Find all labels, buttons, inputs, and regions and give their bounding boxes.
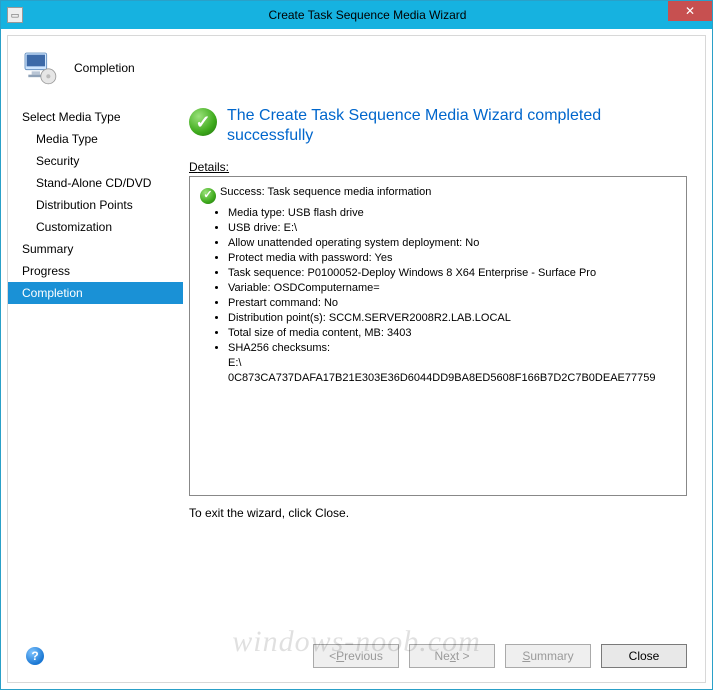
sidebar-item[interactable]: Summary xyxy=(8,238,183,260)
app-icon: ▭ xyxy=(7,7,23,23)
details-bullet: Distribution point(s): SCCM.SERVER2008R2… xyxy=(228,311,676,326)
sidebar-item[interactable]: Security xyxy=(8,150,183,172)
sidebar-item[interactable]: Completion xyxy=(8,282,183,304)
checksum-block: E:\ 0C873CA737DAFA17B21E303E36D6044DD9BA… xyxy=(200,356,676,386)
details-bullet: Variable: OSDComputername= xyxy=(228,281,676,296)
exit-note: To exit the wizard, click Close. xyxy=(189,506,687,520)
computer-media-icon xyxy=(20,48,60,88)
status-headline: The Create Task Sequence Media Wizard co… xyxy=(227,106,687,146)
window-close-button[interactable]: ✕ xyxy=(668,1,712,21)
previous-button: < Previous xyxy=(313,644,399,668)
close-icon: ✕ xyxy=(685,4,695,18)
close-button[interactable]: Close xyxy=(601,644,687,668)
checksum-drive: E:\ xyxy=(228,356,676,371)
details-bullet: Protect media with password: Yes xyxy=(228,251,676,266)
details-bullet: Task sequence: P0100052-Deploy Windows 8… xyxy=(228,266,676,281)
wizard-header: Completion xyxy=(8,36,705,100)
sidebar-item[interactable]: Customization xyxy=(8,216,183,238)
details-label: Details: xyxy=(189,160,687,174)
status-row: ✓ The Create Task Sequence Media Wizard … xyxy=(189,106,687,146)
wizard-footer: ? < Previous Next > Summary Close xyxy=(8,630,705,682)
details-success-line: ✓Success: Task sequence media informatio… xyxy=(200,185,676,204)
details-bullet: Prestart command: No xyxy=(228,296,676,311)
sidebar-item[interactable]: Select Media Type xyxy=(8,106,183,128)
titlebar: ▭ Create Task Sequence Media Wizard ✕ xyxy=(1,1,712,29)
wizard-step-title: Completion xyxy=(74,61,135,75)
sidebar-item[interactable]: Media Type xyxy=(8,128,183,150)
sidebar-item[interactable]: Progress xyxy=(8,260,183,282)
details-bullet: Total size of media content, MB: 3403 xyxy=(228,326,676,341)
next-button: Next > xyxy=(409,644,495,668)
details-textbox[interactable]: ✓Success: Task sequence media informatio… xyxy=(189,176,687,496)
sidebar-item[interactable]: Stand-Alone CD/DVD xyxy=(8,172,183,194)
success-small-icon: ✓ xyxy=(200,188,216,204)
details-bullet: SHA256 checksums: xyxy=(228,341,676,356)
window-title: Create Task Sequence Media Wizard xyxy=(23,8,712,22)
details-bullet: USB drive: E:\ xyxy=(228,221,676,236)
wizard-main-panel: ✓ The Create Task Sequence Media Wizard … xyxy=(183,100,705,630)
details-bullet: Allow unattended operating system deploy… xyxy=(228,236,676,251)
success-icon: ✓ xyxy=(189,108,217,136)
wizard-window: ▭ Create Task Sequence Media Wizard ✕ Co… xyxy=(0,0,713,690)
wizard-nav-sidebar: Select Media TypeMedia TypeSecurityStand… xyxy=(8,100,183,630)
details-bullet-list: Media type: USB flash driveUSB drive: E:… xyxy=(200,206,676,356)
help-icon[interactable]: ? xyxy=(26,647,44,665)
wizard-body: Completion Select Media TypeMedia TypeSe… xyxy=(7,35,706,683)
summary-button: Summary xyxy=(505,644,591,668)
details-bullet: Media type: USB flash drive xyxy=(228,206,676,221)
checksum-value: 0C873CA737DAFA17B21E303E36D6044DD9BA8ED5… xyxy=(228,371,676,386)
sidebar-item[interactable]: Distribution Points xyxy=(8,194,183,216)
